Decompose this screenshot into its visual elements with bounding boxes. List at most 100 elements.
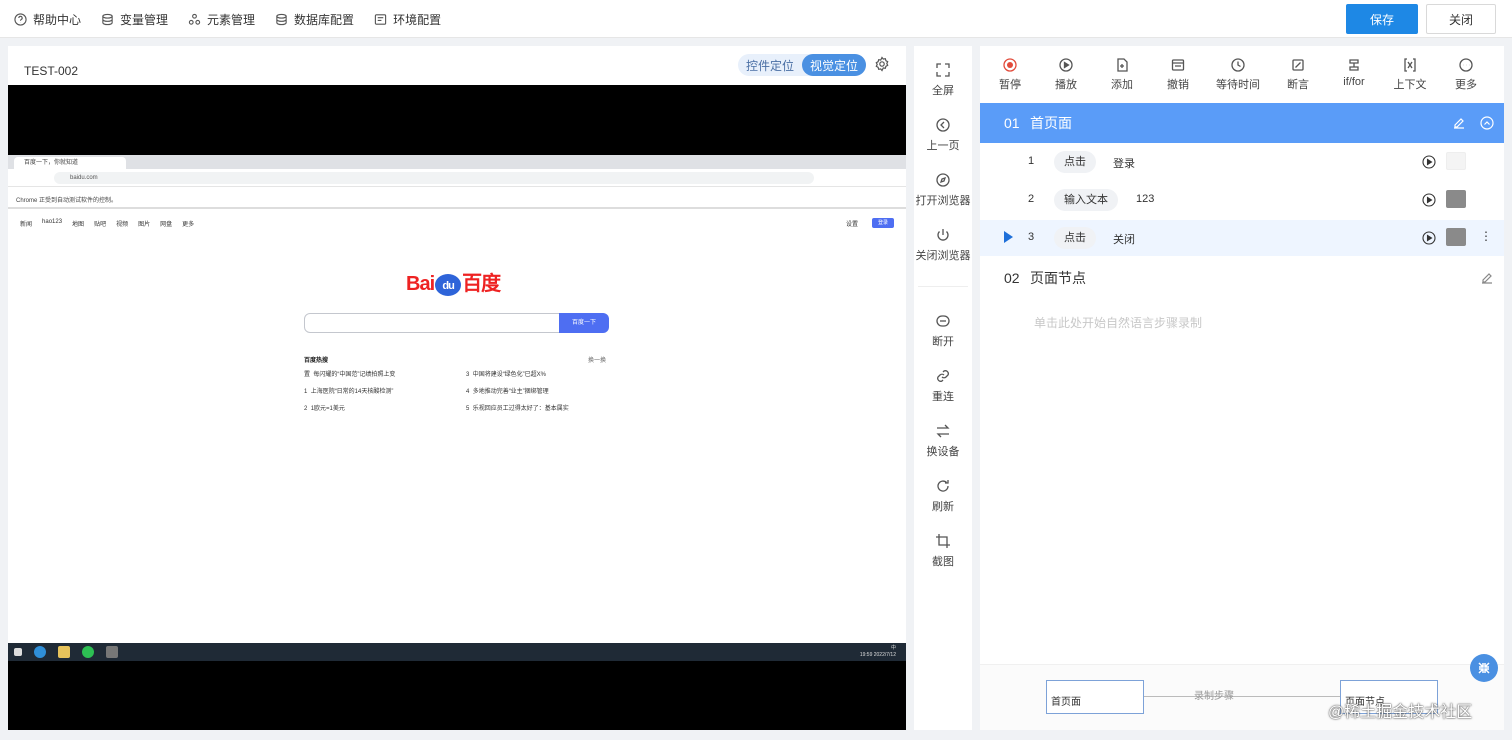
baidu-search-button[interactable]: 百度一下 (559, 313, 609, 333)
nav-elements[interactable]: 元素管理 (188, 11, 255, 28)
action-play[interactable]: 播放 (1040, 46, 1092, 102)
tray-date: 2022/7/12 (873, 652, 896, 658)
action-more[interactable]: 更多 (1440, 46, 1492, 102)
tool-disconnect-label: 断开 (932, 336, 954, 348)
watermark: @稀土掘金技术社区 (1328, 704, 1473, 721)
collapse-icon[interactable] (1480, 116, 1494, 130)
record-placeholder[interactable]: 单击此处开始自然语言步骤录制 (1034, 314, 1202, 331)
step-action-chip[interactable]: 点击 (1054, 151, 1096, 173)
device-title: TEST-002 (24, 64, 79, 78)
play-step-icon[interactable] (1422, 231, 1436, 245)
action-add[interactable]: 添加 (1096, 46, 1148, 102)
context-icon (1404, 58, 1416, 72)
section-number: 01 (1004, 115, 1020, 131)
hot-item[interactable]: 上海医院“日常的14天核酸检测” (311, 389, 394, 395)
step-row-current[interactable]: 3 点击 关闭 ⋮ (980, 220, 1504, 256)
baidu-login-button[interactable]: 登录 (872, 218, 894, 228)
tray-language[interactable]: 中 (891, 645, 896, 651)
action-undo[interactable]: 撤销 (1152, 46, 1204, 102)
tool-screenshot[interactable]: 截图 (914, 533, 972, 569)
device-screen[interactable]: 百度一下，你就知道 baidu.com Chrome 正受到自动测试软件的控制。… (8, 85, 906, 730)
step-thumbnail[interactable] (1446, 228, 1466, 246)
locate-mode-toggle: 控件定位 视觉定位 (738, 54, 867, 76)
record-icon (1003, 58, 1017, 72)
hot-item[interactable]: 每闪耀的“中国范”记绩拍照上变 (313, 372, 395, 378)
tool-back[interactable]: 上一页 (914, 117, 972, 153)
visual-locate-option[interactable]: 视觉定位 (802, 54, 867, 76)
step-value[interactable]: 关闭 (1113, 231, 1135, 247)
windows-start-icon[interactable] (14, 648, 22, 656)
nav-environment[interactable]: 环境配置 (374, 11, 441, 28)
collapse-floating-button[interactable] (1470, 654, 1498, 682)
hot-item[interactable]: 1欧元=1美元 (311, 406, 345, 412)
link-icon (937, 370, 949, 382)
hot-item[interactable]: 中国将建设“绿色化”已超X% (473, 372, 546, 378)
baidu-nav-link[interactable]: 视频 (116, 219, 128, 228)
step-row[interactable]: 1 点击 登录 (980, 144, 1504, 180)
play-step-icon[interactable] (1422, 155, 1436, 169)
baidu-nav-link[interactable]: 图片 (138, 219, 150, 228)
save-button[interactable]: 保存 (1346, 4, 1418, 34)
remote-desktop[interactable]: 百度一下，你就知道 baidu.com Chrome 正受到自动测试软件的控制。… (8, 155, 906, 661)
baidu-settings-link[interactable]: 设置 (846, 219, 858, 228)
play-step-icon[interactable] (1422, 193, 1436, 207)
hot-item[interactable]: 多地推动完善“业主”捆绑管理 (473, 389, 549, 395)
section-header-02[interactable]: 02 页面节点 (980, 258, 1504, 298)
baidu-search-input[interactable] (304, 313, 560, 333)
edit-icon[interactable] (1480, 271, 1494, 285)
nav-database-config[interactable]: 数据库配置 (275, 11, 354, 28)
tool-close-browser[interactable]: 关闭浏览器 (914, 227, 972, 263)
baidu-nav: 新闻 hao123 地图 贴吧 视频 图片 网盘 更多 (20, 219, 194, 228)
baidu-nav-link[interactable]: 更多 (182, 219, 194, 228)
baidu-nav-link[interactable]: 贴吧 (94, 219, 106, 228)
action-if-for[interactable]: if/for (1328, 46, 1380, 102)
action-add-label: 添加 (1111, 79, 1133, 91)
edit-icon[interactable] (1452, 116, 1466, 130)
action-wait-time[interactable]: 等待时间 (1208, 46, 1268, 102)
section-header-01[interactable]: 01 首页面 (980, 103, 1504, 143)
tool-disconnect[interactable]: 断开 (914, 313, 972, 349)
action-pause[interactable]: 暂停 (984, 46, 1036, 102)
nav-variables[interactable]: 变量管理 (101, 11, 168, 28)
tool-fullscreen[interactable]: 全屏 (914, 62, 972, 98)
baidu-nav-link[interactable]: 地图 (72, 219, 84, 228)
action-assert[interactable]: 断言 (1272, 46, 1324, 102)
action-context[interactable]: 上下文 (1384, 46, 1436, 102)
action-assert-label: 断言 (1287, 79, 1309, 91)
flow-node[interactable]: 首页面 (1046, 680, 1144, 714)
hot-item[interactable]: 乐视回应员工过得太好了：基本属实 (473, 406, 569, 412)
step-value[interactable]: 123 (1136, 193, 1154, 205)
gear-icon[interactable] (874, 56, 890, 72)
folder-icon[interactable] (58, 646, 70, 658)
database-icon (102, 13, 113, 25)
baidu-hot-refresh[interactable]: 换一换 (588, 355, 606, 364)
step-value[interactable]: 登录 (1113, 155, 1135, 171)
browser-tab[interactable]: 百度一下，你就知道 (14, 157, 126, 169)
step-thumbnail[interactable] (1446, 152, 1466, 170)
baidu-nav-link[interactable]: 网盘 (160, 219, 172, 228)
step-more-icon[interactable]: ⋮ (1480, 229, 1492, 243)
fullscreen-icon (936, 63, 950, 77)
chrome-icon[interactable] (106, 646, 118, 658)
step-thumbnail[interactable] (1446, 190, 1466, 208)
tool-back-label: 上一页 (926, 140, 960, 152)
tool-open-browser[interactable]: 打开浏览器 (914, 172, 972, 208)
database-icon (276, 13, 287, 25)
step-action-chip[interactable]: 点击 (1054, 227, 1096, 249)
tool-switch-device[interactable]: 换设备 (914, 423, 972, 459)
baidu-nav-link[interactable]: hao123 (42, 219, 62, 228)
tool-reconnect[interactable]: 重连 (914, 368, 972, 404)
baidu-nav-link[interactable]: 新闻 (20, 219, 32, 228)
step-row[interactable]: 2 输入文本 123 (980, 182, 1504, 218)
control-locate-option[interactable]: 控件定位 (738, 54, 802, 76)
wechat-icon[interactable] (82, 646, 94, 658)
tools-divider (918, 286, 968, 287)
edge-icon[interactable] (34, 646, 46, 658)
nav-help[interactable]: 帮助中心 (14, 11, 81, 28)
hot-rank: 置 (304, 372, 311, 378)
close-button[interactable]: 关闭 (1426, 4, 1496, 34)
browser-url[interactable]: baidu.com (54, 172, 814, 184)
device-tools: 全屏 上一页 打开浏览器 关闭浏览器 断开 重连 换设备 刷新 截图 (914, 46, 972, 730)
tool-refresh[interactable]: 刷新 (914, 478, 972, 514)
step-action-chip[interactable]: 输入文本 (1054, 189, 1118, 211)
